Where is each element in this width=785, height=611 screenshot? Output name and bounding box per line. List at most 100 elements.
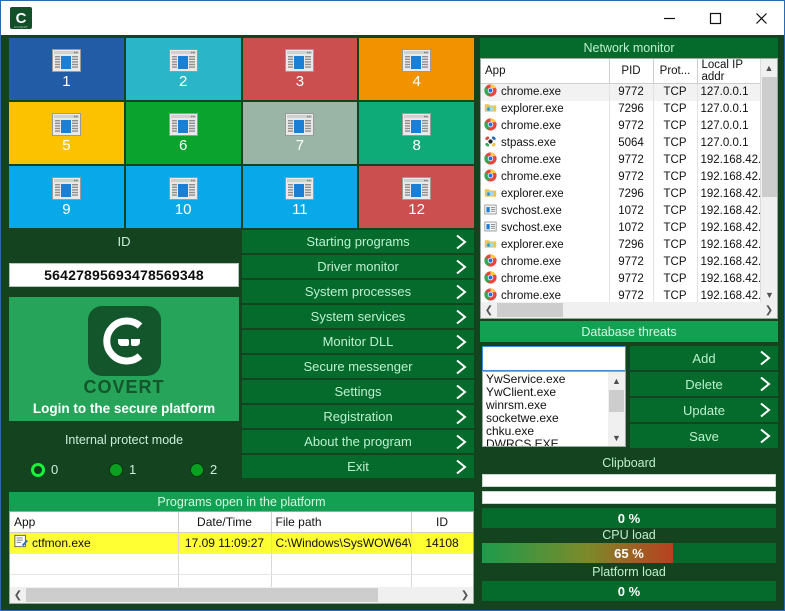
menu-item-monitor-dll[interactable]: Monitor DLL bbox=[242, 330, 474, 353]
delete-button[interactable]: Delete bbox=[630, 372, 778, 396]
threat-name-input[interactable] bbox=[482, 346, 626, 371]
app-name: chrome.exe bbox=[501, 154, 562, 166]
app-name: chrome.exe bbox=[501, 86, 562, 99]
platform-tile-11[interactable]: 11 bbox=[242, 166, 358, 228]
network-col-header[interactable]: Local IP addr bbox=[697, 59, 763, 84]
table-row[interactable]: stpass.exe 5064 TCP 127.0.0.1 bbox=[481, 134, 763, 152]
menu-item-starting-programs[interactable]: Starting programs bbox=[242, 230, 474, 253]
programs-col-header[interactable]: App bbox=[10, 512, 179, 533]
threat-list[interactable]: YwService.exe YwClient.exe winrsm.exe socke… bbox=[482, 371, 626, 447]
app-name: svchost.exe bbox=[501, 205, 562, 217]
menu-item-system-services[interactable]: System services bbox=[242, 305, 474, 328]
scroll-left-icon[interactable]: ❮ bbox=[481, 302, 497, 318]
clipboard-field-2[interactable] bbox=[482, 491, 776, 504]
platform-tile-1[interactable]: 1 bbox=[9, 38, 124, 100]
menu-item-registration[interactable]: Registration bbox=[242, 405, 474, 428]
cell-pid: 9772 bbox=[609, 117, 654, 135]
chrome-icon bbox=[484, 84, 497, 100]
table-row[interactable]: ctfmon.exe 17.09 11:09:27 C:\Windows\SysWO… bbox=[10, 532, 473, 554]
cell-local-ip: 192.168.42.6 bbox=[697, 168, 763, 186]
table-row[interactable]: svchost.exe 1072 TCP 192.168.42.6 bbox=[481, 202, 763, 220]
table-row[interactable]: chrome.exe 9772 TCP 192.168.42.6 bbox=[481, 151, 763, 169]
app-logo-icon: C COVERT bbox=[10, 7, 32, 29]
platform-tile-3[interactable]: 3 bbox=[242, 38, 358, 100]
table-row[interactable]: explorer.exe 7296 TCP 192.168.42.6 bbox=[481, 185, 763, 203]
programs-col-header[interactable]: Date/Time bbox=[178, 512, 272, 533]
menu-item-settings[interactable]: Settings bbox=[242, 380, 474, 403]
threat-list-vscrollbar[interactable]: ▲ ▼ bbox=[608, 372, 625, 446]
scroll-up-icon[interactable]: ▲ bbox=[761, 59, 777, 76]
scroll-down-icon[interactable]: ▼ bbox=[608, 429, 625, 446]
platform-tile-5[interactable]: 5 bbox=[9, 102, 124, 164]
platform-tile-9[interactable]: 9 bbox=[9, 166, 124, 228]
tile-number: 11 bbox=[292, 200, 308, 218]
menu-item-driver-monitor[interactable]: Driver monitor bbox=[242, 255, 474, 278]
table-row[interactable] bbox=[10, 553, 473, 575]
menu-item-secure-messenger[interactable]: Secure messenger bbox=[242, 355, 474, 378]
table-row[interactable]: svchost.exe 1072 TCP 192.168.42.6 bbox=[481, 219, 763, 237]
add-button[interactable]: Add bbox=[630, 346, 778, 370]
vscroll-thumb[interactable] bbox=[762, 77, 777, 197]
network-col-header[interactable]: App bbox=[481, 59, 610, 84]
menu-item-exit[interactable]: Exit bbox=[242, 455, 474, 478]
folder-icon bbox=[484, 237, 497, 253]
programs-col-header[interactable]: File path bbox=[271, 512, 412, 533]
tile-number: 12 bbox=[408, 200, 425, 218]
id-value-field[interactable]: 56427895693478569348 bbox=[9, 263, 239, 287]
platform-tile-6[interactable]: 6 bbox=[125, 102, 241, 164]
platform-tile-4[interactable]: 4 bbox=[359, 38, 474, 100]
window-icon bbox=[168, 48, 198, 72]
menu-item-about-the-program[interactable]: About the program bbox=[242, 430, 474, 453]
update-button[interactable]: Update bbox=[630, 398, 778, 422]
cell-local-ip: 127.0.0.1 bbox=[697, 100, 763, 118]
cell-pid: 9772 bbox=[609, 253, 654, 271]
protect-mode-radio-1[interactable]: 1 bbox=[109, 462, 136, 477]
maximize-button[interactable] bbox=[692, 1, 738, 35]
table-row[interactable]: chrome.exe 9772 TCP 127.0.0.1 bbox=[481, 117, 763, 135]
menu-item-label: Settings bbox=[334, 384, 382, 399]
threat-list-item[interactable]: DWRCS.EXE bbox=[486, 438, 625, 447]
platform-tile-7[interactable]: 7 bbox=[242, 102, 358, 164]
platform-load-value: 0 % bbox=[617, 583, 641, 599]
programs-open-panel: Programs open in the platform App Date/Ti… bbox=[9, 492, 474, 604]
table-row[interactable]: chrome.exe 9772 TCP 127.0.0.1 bbox=[481, 83, 763, 101]
clipboard-field-1[interactable] bbox=[482, 474, 776, 487]
platform-tile-12[interactable]: 12 bbox=[359, 166, 474, 228]
minimize-button[interactable] bbox=[646, 1, 692, 35]
programs-open-grid: App Date/Time File path ID ctfmon.exe 17.09 … bbox=[9, 511, 474, 604]
table-row[interactable]: chrome.exe 9772 TCP 192.168.42.6 bbox=[481, 270, 763, 288]
platform-tile-2[interactable]: 2 bbox=[125, 38, 241, 100]
scroll-down-icon[interactable]: ▼ bbox=[761, 286, 777, 303]
vscroll-thumb[interactable] bbox=[609, 390, 624, 412]
scroll-up-icon[interactable]: ▲ bbox=[608, 372, 625, 389]
folder-icon bbox=[484, 101, 497, 117]
programs-col-header[interactable]: ID bbox=[411, 512, 473, 533]
hscroll-thumb[interactable] bbox=[26, 588, 378, 602]
menu-item-label: Driver monitor bbox=[317, 259, 399, 274]
app-logo-wordmark: COVERT bbox=[13, 25, 29, 29]
menu-item-system-processes[interactable]: System processes bbox=[242, 280, 474, 303]
scroll-right-icon[interactable]: ❯ bbox=[457, 587, 473, 603]
cell-local-ip: 192.168.42.6 bbox=[697, 253, 763, 271]
network-monitor-hscrollbar[interactable]: ❮ ❯ bbox=[481, 302, 777, 318]
network-col-header[interactable]: PID bbox=[609, 59, 654, 84]
cell-pid: 7296 bbox=[609, 100, 654, 118]
network-col-header[interactable]: Prot... bbox=[653, 59, 698, 84]
table-row[interactable]: explorer.exe 7296 TCP 192.168.42.6 bbox=[481, 236, 763, 254]
hscroll-thumb[interactable] bbox=[497, 303, 563, 317]
close-button[interactable] bbox=[738, 1, 784, 35]
platform-tile-8[interactable]: 8 bbox=[359, 102, 474, 164]
scroll-right-icon[interactable]: ❯ bbox=[761, 302, 777, 318]
table-row[interactable]: chrome.exe 9772 TCP 192.168.42.6 bbox=[481, 253, 763, 271]
programs-open-hscrollbar[interactable]: ❮ ❯ bbox=[10, 587, 473, 603]
platform-tile-10[interactable]: 10 bbox=[125, 166, 241, 228]
network-monitor-vscrollbar[interactable]: ▲ ▼ bbox=[760, 59, 777, 303]
table-row[interactable]: chrome.exe 9772 TCP 192.168.42.6 bbox=[481, 168, 763, 186]
cell-app: svchost.exe bbox=[481, 219, 610, 237]
save-button[interactable]: Save bbox=[630, 424, 778, 448]
login-panel[interactable]: COVERT Login to the secure platform bbox=[9, 297, 239, 421]
protect-mode-radio-0[interactable]: 0 bbox=[31, 462, 58, 477]
scroll-left-icon[interactable]: ❮ bbox=[10, 587, 26, 603]
protect-mode-radio-2[interactable]: 2 bbox=[190, 462, 217, 477]
table-row[interactable]: explorer.exe 7296 TCP 127.0.0.1 bbox=[481, 100, 763, 118]
